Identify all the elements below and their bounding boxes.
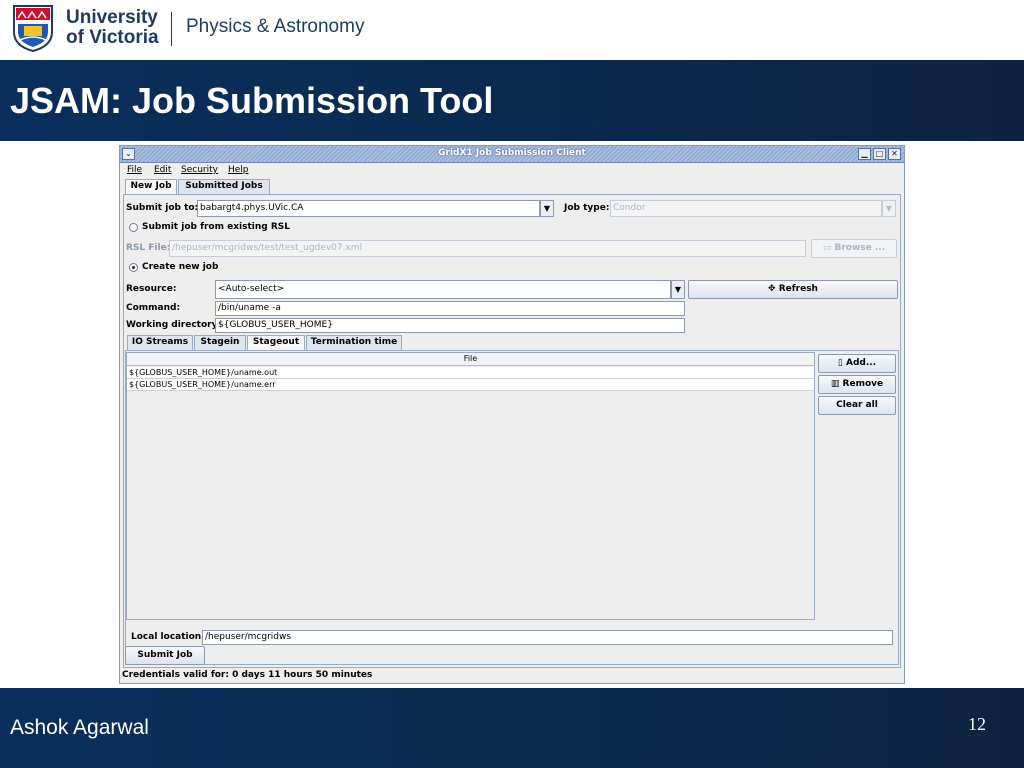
local-location-label: Local location:	[131, 632, 205, 642]
rsl-radio-label: Submit job from existing RSL	[142, 222, 290, 232]
footer-band	[0, 688, 1024, 768]
slide-number: 12	[968, 714, 986, 734]
tab-new-job[interactable]: New Job	[125, 179, 177, 194]
command-label: Command:	[126, 303, 181, 313]
rsl-radio[interactable]	[129, 223, 138, 232]
submit-to-label: Submit job to:	[126, 203, 199, 213]
minimize-icon[interactable]: ▁	[858, 148, 871, 160]
folder-icon: ▭	[822, 243, 835, 253]
resource-combo[interactable]: <Auto-select>	[215, 280, 671, 299]
menu-help[interactable]: Help	[228, 165, 249, 175]
file-table-header: File	[127, 353, 814, 366]
close-icon[interactable]: ✕	[888, 148, 901, 160]
browse-button-label: Browse ...	[834, 243, 886, 253]
working-directory-label: Working directory:	[126, 320, 222, 330]
job-type-label: Job type:	[564, 203, 610, 213]
table-row[interactable]: ${GLOBUS_USER_HOME}/uname.out	[127, 367, 814, 379]
menu-file[interactable]: File	[127, 165, 142, 175]
window-title: GridX1 Job Submission Client	[438, 148, 586, 158]
rsl-file-label: RSL File:	[126, 243, 171, 253]
remove-button-label: Remove	[842, 379, 884, 389]
job-type-combo[interactable]: Condor	[610, 200, 882, 217]
menubar: File Edit Security Help	[120, 164, 904, 178]
university-name-line2: of Victoria	[66, 27, 159, 48]
tab-stagein[interactable]: Stagein	[194, 335, 246, 350]
refresh-button-label: Refresh	[778, 284, 818, 294]
submit-job-button[interactable]: Submit Job	[125, 646, 205, 665]
trash-icon: ▥	[830, 379, 843, 389]
university-name: University of Victoria	[66, 8, 159, 48]
maximize-icon[interactable]: □	[873, 148, 886, 160]
working-directory-input[interactable]: ${GLOBUS_USER_HOME}	[215, 318, 685, 333]
submit-to-combo[interactable]: babargt4.phys.UVic.CA	[197, 200, 540, 217]
refresh-icon: ✥	[768, 284, 779, 294]
browse-button[interactable]: ▭ Browse ...	[811, 239, 897, 258]
resource-label: Resource:	[126, 284, 177, 294]
slide-title: JSAM: Job Submission Tool	[10, 80, 494, 121]
refresh-button[interactable]: ✥ Refresh	[688, 280, 898, 299]
add-button-label: Add...	[845, 358, 877, 368]
submit-to-dropdown-icon[interactable]: ▼	[540, 200, 554, 217]
university-name-line1: University	[66, 7, 158, 28]
credentials-status: Credentials valid for: 0 days 11 hours 5…	[122, 670, 373, 680]
stageout-panel: File ${GLOBUS_USER_HOME}/uname.out ${GLO…	[125, 350, 899, 665]
logo-divider	[171, 12, 172, 46]
logo-bar: University of Victoria Physics & Astrono…	[0, 0, 1024, 60]
rsl-file-input[interactable]: /hepuser/mcgridws/test/test_ugdev07.xml	[169, 240, 806, 257]
command-input[interactable]: /bin/uname -a	[215, 301, 685, 316]
add-file-icon: ▯	[837, 358, 846, 368]
remove-button[interactable]: ▥ Remove	[818, 375, 896, 394]
job-submission-window: ⌄ GridX1 Job Submission Client ▁ □ ✕ Fil…	[119, 145, 905, 684]
menu-security[interactable]: Security	[181, 165, 218, 175]
add-button[interactable]: ▯ Add...	[818, 354, 896, 373]
university-crest-icon	[13, 5, 53, 52]
tab-io-streams[interactable]: IO Streams	[127, 335, 193, 350]
presenter-name: Ashok Agarwal	[10, 716, 149, 739]
job-type-dropdown-icon[interactable]: ▼	[882, 200, 896, 217]
menu-edit[interactable]: Edit	[154, 165, 171, 175]
window-titlebar[interactable]: ⌄ GridX1 Job Submission Client ▁ □ ✕	[120, 146, 904, 163]
table-row[interactable]: ${GLOBUS_USER_HOME}/uname.err	[127, 379, 814, 391]
create-new-job-radio[interactable]	[129, 263, 138, 272]
tab-submitted-jobs[interactable]: Submitted Jobs	[178, 179, 270, 194]
department-name: Physics & Astronomy	[186, 16, 365, 37]
tab-termination-time[interactable]: Termination time	[306, 335, 402, 350]
local-location-input[interactable]: /hepuser/mcgridws	[202, 630, 893, 645]
new-job-panel: Submit job to: babargt4.phys.UVic.CA ▼ J…	[123, 194, 901, 668]
tab-stageout[interactable]: Stageout	[247, 335, 305, 350]
create-new-job-label: Create new job	[142, 262, 219, 272]
file-table[interactable]: File ${GLOBUS_USER_HOME}/uname.out ${GLO…	[126, 352, 815, 620]
resource-dropdown-icon[interactable]: ▼	[671, 280, 685, 299]
clear-all-button[interactable]: Clear all	[818, 396, 896, 415]
